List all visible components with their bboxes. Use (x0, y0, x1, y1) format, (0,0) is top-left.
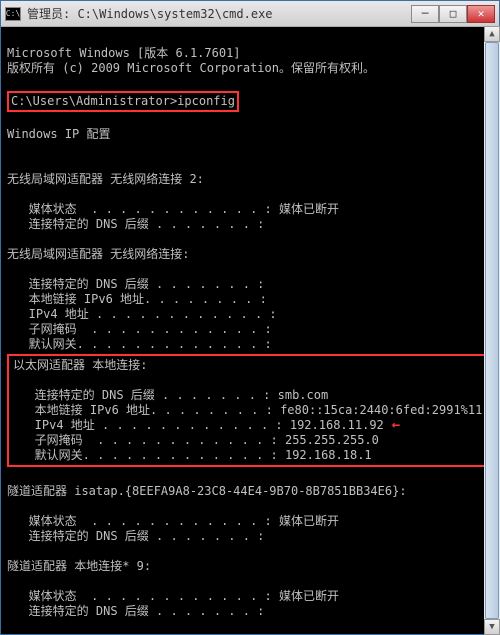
adapter2-ipv4: IPv4 地址 . . . . . . . . . . . . : (7, 307, 277, 321)
terminal-output[interactable]: Microsoft Windows [版本 6.1.7601] 版权所有 (c)… (1, 27, 499, 634)
scroll-up-button[interactable]: ▲ (484, 26, 500, 42)
ipconfig-command: ipconfig (177, 94, 235, 108)
adapter3-title: 以太网适配器 本地连接: (13, 358, 147, 372)
adapter5-title: 隧道适配器 本地连接* 9: (7, 559, 151, 573)
maximize-button[interactable]: □ (439, 5, 467, 23)
adapter2-dns: 连接特定的 DNS 后缀 . . . . . . . : (7, 277, 264, 291)
adapter3-mask: 子网掩码 . . . . . . . . . . . . : 255.255.2… (13, 433, 379, 447)
adapter1-dns: 连接特定的 DNS 后缀 . . . . . . . : (7, 217, 264, 231)
scroll-thumb[interactable] (485, 42, 499, 619)
adapter1-media: 媒体状态 . . . . . . . . . . . . : 媒体已断开 (7, 202, 339, 216)
adapter5-dns: 连接特定的 DNS 后缀 . . . . . . . : (7, 604, 264, 618)
adapter4-media: 媒体状态 . . . . . . . . . . . . : 媒体已断开 (7, 514, 339, 528)
scroll-down-button[interactable]: ▼ (484, 619, 500, 635)
adapter2-title: 无线局域网适配器 无线网络连接: (7, 247, 189, 261)
prompt-path: C:\Users\Administrator> (11, 94, 177, 108)
window-title: 管理员: C:\Windows\system32\cmd.exe (27, 5, 411, 22)
adapter3-dns: 连接特定的 DNS 后缀 . . . . . . . : smb.com (13, 388, 328, 402)
close-button[interactable]: ✕ (467, 5, 495, 23)
version-line: Microsoft Windows [版本 6.1.7601] (7, 46, 241, 60)
adapter1-title: 无线局域网适配器 无线网络连接 2: (7, 172, 204, 186)
adapter2-gw: 默认网关. . . . . . . . . . . . . : (7, 337, 272, 351)
cmd-icon: C:\ (5, 7, 21, 21)
ipconfig-header: Windows IP 配置 (7, 127, 110, 141)
window-controls: ─ □ ✕ (411, 5, 495, 23)
adapter3-ipv4: IPv4 地址 . . . . . . . . . . . . : 192.16… (13, 418, 384, 432)
adapter2-ipv6: 本地链接 IPv6 地址. . . . . . . . : (7, 292, 267, 306)
arrow-icon: ← (392, 417, 400, 433)
adapter5-media: 媒体状态 . . . . . . . . . . . . : 媒体已断开 (7, 589, 339, 603)
adapter2-mask: 子网掩码 . . . . . . . . . . . . : (7, 322, 272, 336)
adapter3-ipv6: 本地链接 IPv6 地址. . . . . . . . : fe80::15ca… (13, 403, 482, 417)
adapter4-title: 隧道适配器 isatap.{8EEFA9A8-23C8-44E4-9B70-8B… (7, 484, 407, 498)
scroll-track[interactable] (484, 42, 500, 619)
ethernet-highlight-box: 以太网适配器 本地连接: 连接特定的 DNS 后缀 . . . . . . . … (7, 354, 493, 467)
vertical-scrollbar[interactable]: ▲ ▼ (484, 26, 500, 635)
adapter4-dns: 连接特定的 DNS 后缀 . . . . . . . : (7, 529, 264, 543)
command-highlight: C:\Users\Administrator>ipconfig (7, 91, 239, 112)
titlebar[interactable]: C:\ 管理员: C:\Windows\system32\cmd.exe ─ □… (1, 1, 499, 27)
adapter3-gw: 默认网关. . . . . . . . . . . . . : 192.168.… (13, 448, 372, 462)
minimize-button[interactable]: ─ (411, 5, 439, 23)
cmd-window: C:\ 管理员: C:\Windows\system32\cmd.exe ─ □… (0, 0, 500, 635)
copyright-line: 版权所有 (c) 2009 Microsoft Corporation。保留所有… (7, 61, 375, 75)
